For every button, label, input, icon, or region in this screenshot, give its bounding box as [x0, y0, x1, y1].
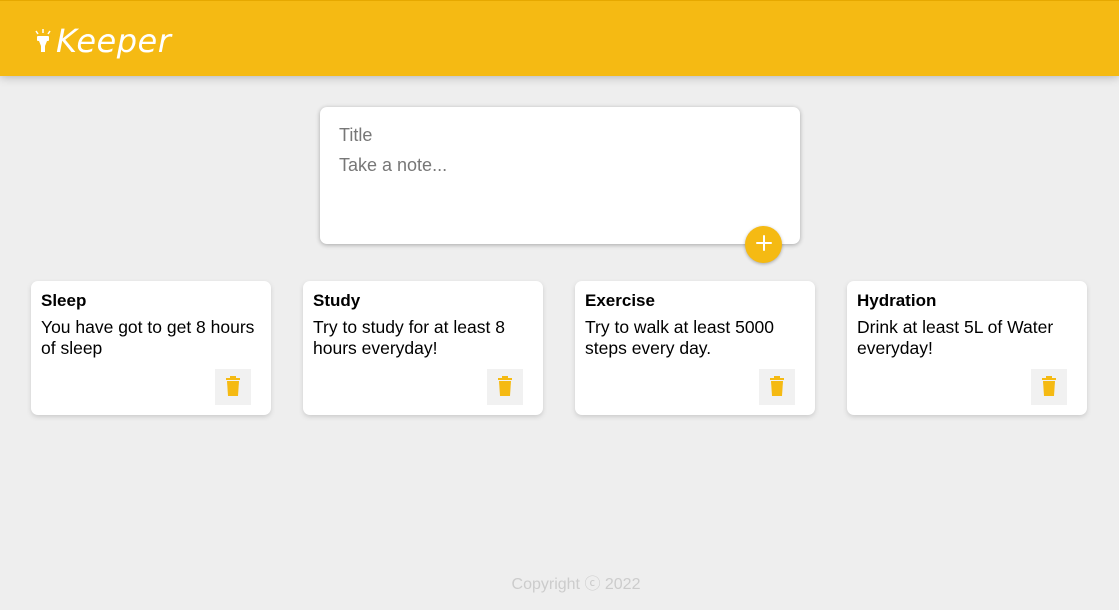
- note-title: Sleep: [41, 291, 87, 310]
- note-content: Try to study for at least 8 hours everyd…: [313, 317, 505, 358]
- note-content: Drink at least 5L of Water everyday!: [857, 317, 1054, 358]
- trash-icon: [497, 375, 513, 399]
- app-header: Keeper: [0, 0, 1119, 76]
- trash-icon: [1041, 375, 1057, 399]
- plus-icon: [755, 234, 773, 255]
- delete-note-button[interactable]: [215, 369, 251, 405]
- delete-note-button[interactable]: [759, 369, 795, 405]
- trash-icon: [225, 375, 241, 399]
- note-card: Sleep You have got to get 8 hours of sle…: [31, 281, 271, 415]
- note-content: Try to walk at least 5000 steps every da…: [585, 317, 775, 358]
- brand: Keeper: [34, 21, 171, 61]
- footer: Copyright ⓒ 2022: [0, 570, 1119, 594]
- add-note-button[interactable]: [745, 226, 782, 263]
- copyright-text: Copyright ⓒ 2022: [511, 576, 641, 593]
- app-title: Keeper: [56, 22, 172, 60]
- note-title: Hydration: [857, 291, 937, 310]
- flashlight-icon: [34, 28, 52, 54]
- note-title: Exercise: [585, 291, 655, 310]
- create-note-form: [320, 107, 800, 244]
- note-card: Study Try to study for at least 8 hours …: [303, 281, 543, 415]
- note-card: Exercise Try to walk at least 5000 steps…: [575, 281, 815, 415]
- note-card: Hydration Drink at least 5L of Water eve…: [847, 281, 1087, 415]
- trash-icon: [769, 375, 785, 399]
- note-title-input[interactable]: [339, 125, 781, 146]
- delete-note-button[interactable]: [487, 369, 523, 405]
- delete-note-button[interactable]: [1031, 369, 1067, 405]
- note-content: You have got to get 8 hours of sleep: [41, 317, 255, 358]
- note-title: Study: [313, 291, 361, 310]
- note-content-input[interactable]: [339, 155, 781, 215]
